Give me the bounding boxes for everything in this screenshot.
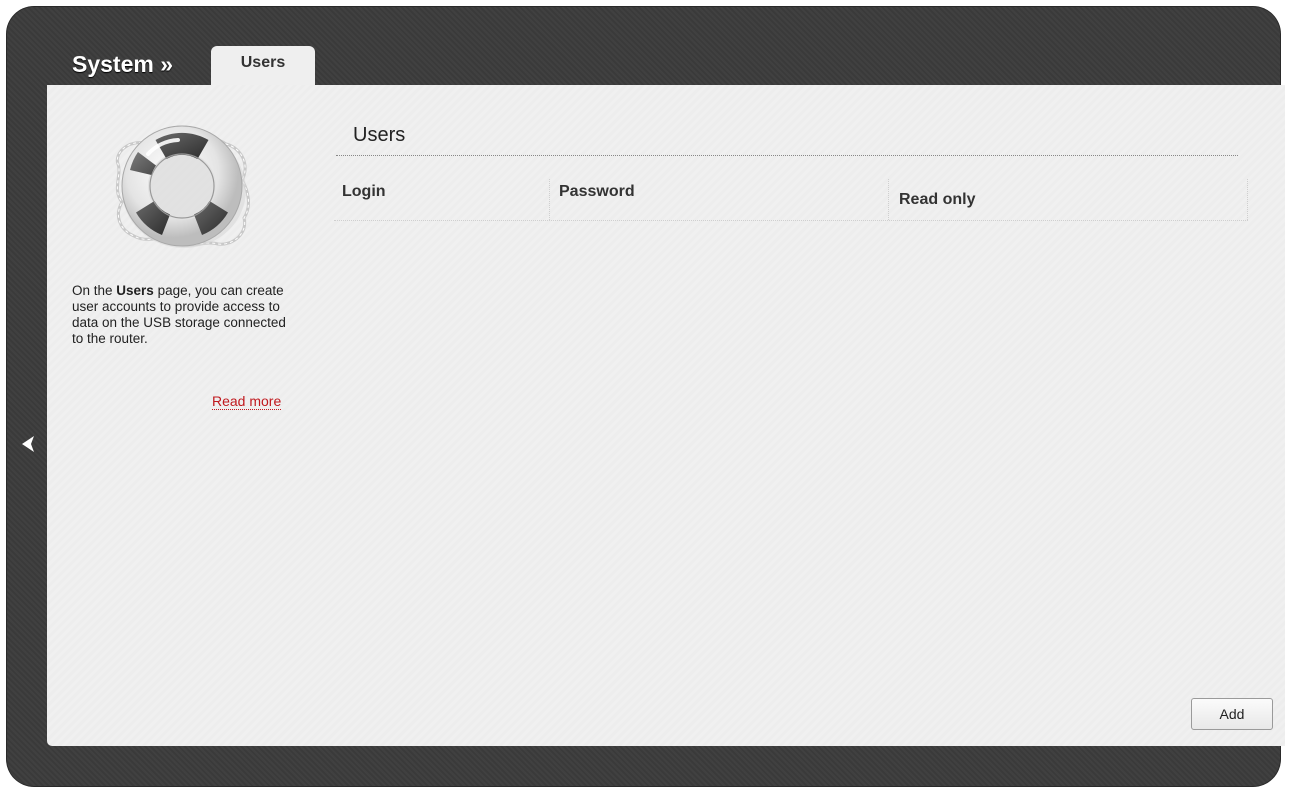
add-button[interactable]: Add	[1191, 698, 1273, 730]
section-title: System »	[72, 51, 174, 77]
help-text-prefix: On the	[72, 283, 117, 298]
chevron-left-icon	[22, 436, 34, 452]
page-title: Users	[353, 124, 406, 146]
lifebuoy-icon	[108, 118, 256, 250]
read-more-link[interactable]: Read more	[212, 393, 282, 410]
column-header-read-only: Read only	[889, 179, 1248, 220]
back-button[interactable]	[18, 433, 38, 455]
users-table-header: Login Password Read only	[334, 179, 1248, 221]
tab-users[interactable]: Users	[211, 46, 315, 86]
column-header-login: Login	[334, 179, 550, 220]
help-text: On the Users page, you can create user a…	[72, 283, 297, 347]
help-text-bold: Users	[116, 283, 154, 298]
title-divider	[336, 155, 1238, 156]
column-header-password: Password	[550, 179, 889, 220]
